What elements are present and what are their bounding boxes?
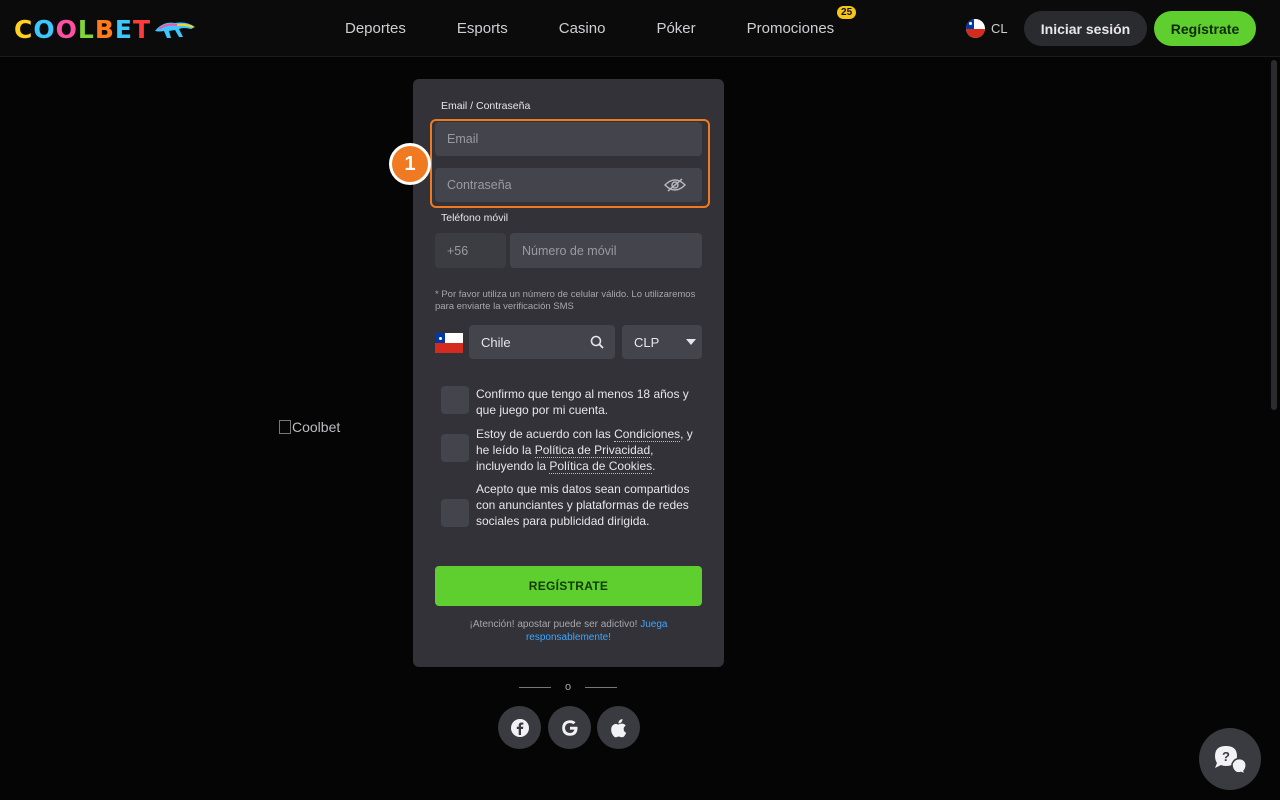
google-icon xyxy=(561,719,577,736)
terms-checkbox-label: Estoy de acuerdo con las Condiciones, y … xyxy=(476,426,706,474)
google-login-button[interactable] xyxy=(548,706,591,749)
chat-help-icon: ? xyxy=(1215,746,1247,775)
warning-text: ¡Atención! apostar puede ser adictivo! xyxy=(469,619,641,630)
broken-image-icon xyxy=(279,420,291,434)
nav-poker[interactable]: Póker xyxy=(656,20,695,37)
nav-esports[interactable]: Esports xyxy=(457,20,508,37)
nav-casino[interactable]: Casino xyxy=(559,20,606,37)
crocodile-logo-icon xyxy=(155,22,196,38)
coolbet-logo[interactable]: COOLBET xyxy=(14,14,197,44)
chile-flag-icon xyxy=(435,333,463,353)
conditions-link[interactable]: Condiciones xyxy=(614,427,681,442)
marketing-checkbox-label: Acepto que mis datos sean compartidos co… xyxy=(476,482,690,528)
caret-down-icon xyxy=(686,339,696,345)
phone-number-placeholder: Número de móvil xyxy=(522,243,617,258)
main-nav: Deportes Esports Casino Póker Promocione… xyxy=(345,0,885,57)
age-checkbox-label: Confirmo que tengo al menos 18 años y qu… xyxy=(476,387,689,417)
apple-icon xyxy=(610,718,626,737)
apple-login-button[interactable] xyxy=(597,706,640,749)
country-selector[interactable]: CL xyxy=(966,19,1008,38)
social-divider: o xyxy=(519,680,617,694)
privacy-policy-link[interactable]: Política de Privacidad xyxy=(534,443,651,458)
svg-text:?: ? xyxy=(1222,749,1230,764)
terms-suffix-text: . xyxy=(652,459,656,473)
age-checkbox[interactable] xyxy=(441,386,469,414)
country-code: CL xyxy=(991,21,1008,36)
country-value: Chile xyxy=(481,334,511,350)
currency-value: CLP xyxy=(634,334,660,350)
responsible-gambling-notice: ¡Atención! apostar puede ser adictivo! J… xyxy=(435,619,702,644)
country-search-select[interactable]: Chile xyxy=(469,325,615,359)
phone-label: Teléfono móvil xyxy=(441,212,509,224)
chile-flag-icon xyxy=(966,19,985,38)
terms-row: Estoy de acuerdo con las Condiciones, y … xyxy=(441,426,706,474)
phone-hint: * Por favor utiliza un número de celular… xyxy=(435,289,696,312)
logo-text: COOLBET xyxy=(14,14,152,44)
credentials-highlight-box xyxy=(430,119,710,208)
phone-prefix-value: +56 xyxy=(447,243,469,258)
register-submit-button[interactable]: REGÍSTRATE xyxy=(435,566,702,606)
facebook-login-button[interactable] xyxy=(498,706,541,749)
register-top-button[interactable]: Regístrate xyxy=(1154,11,1256,46)
divider-text: o xyxy=(564,681,572,693)
nav-promociones[interactable]: Promociones 25 xyxy=(746,6,857,37)
nav-deportes[interactable]: Deportes xyxy=(345,20,406,37)
step-number-marker: 1 xyxy=(389,143,431,185)
divider-line-right xyxy=(585,686,617,688)
terms-prefix-text: Estoy de acuerdo con las xyxy=(476,427,615,441)
facebook-icon xyxy=(510,718,529,737)
age-confirmation-row: Confirmo que tengo al menos 18 años y qu… xyxy=(441,386,706,418)
login-button[interactable]: Iniciar sesión xyxy=(1024,11,1147,46)
help-chat-button[interactable]: ? xyxy=(1199,728,1261,790)
search-icon xyxy=(590,335,604,349)
top-navigation-bar: COOLBET Deportes Esports Casino Póker Pr… xyxy=(0,0,1280,57)
cookie-policy-link[interactable]: Política de Cookies xyxy=(549,459,653,474)
terms-checkbox[interactable] xyxy=(441,434,469,462)
phone-number-input[interactable]: Número de móvil xyxy=(510,233,702,268)
phone-prefix-field[interactable]: +56 xyxy=(435,233,506,268)
nav-promociones-label: Promociones xyxy=(746,20,835,37)
broken-image-alt-text: Coolbet xyxy=(292,419,341,435)
promotions-count-badge: 25 xyxy=(837,6,857,19)
currency-select[interactable]: CLP xyxy=(622,325,702,359)
credentials-label: Email / Contraseña xyxy=(441,100,531,112)
broken-image-placeholder: Coolbet xyxy=(279,419,340,435)
marketing-consent-row: Acepto que mis datos sean compartidos co… xyxy=(441,481,706,529)
marketing-checkbox[interactable] xyxy=(441,499,469,527)
divider-line-left xyxy=(519,686,551,688)
page-scrollbar[interactable] xyxy=(1271,60,1277,410)
